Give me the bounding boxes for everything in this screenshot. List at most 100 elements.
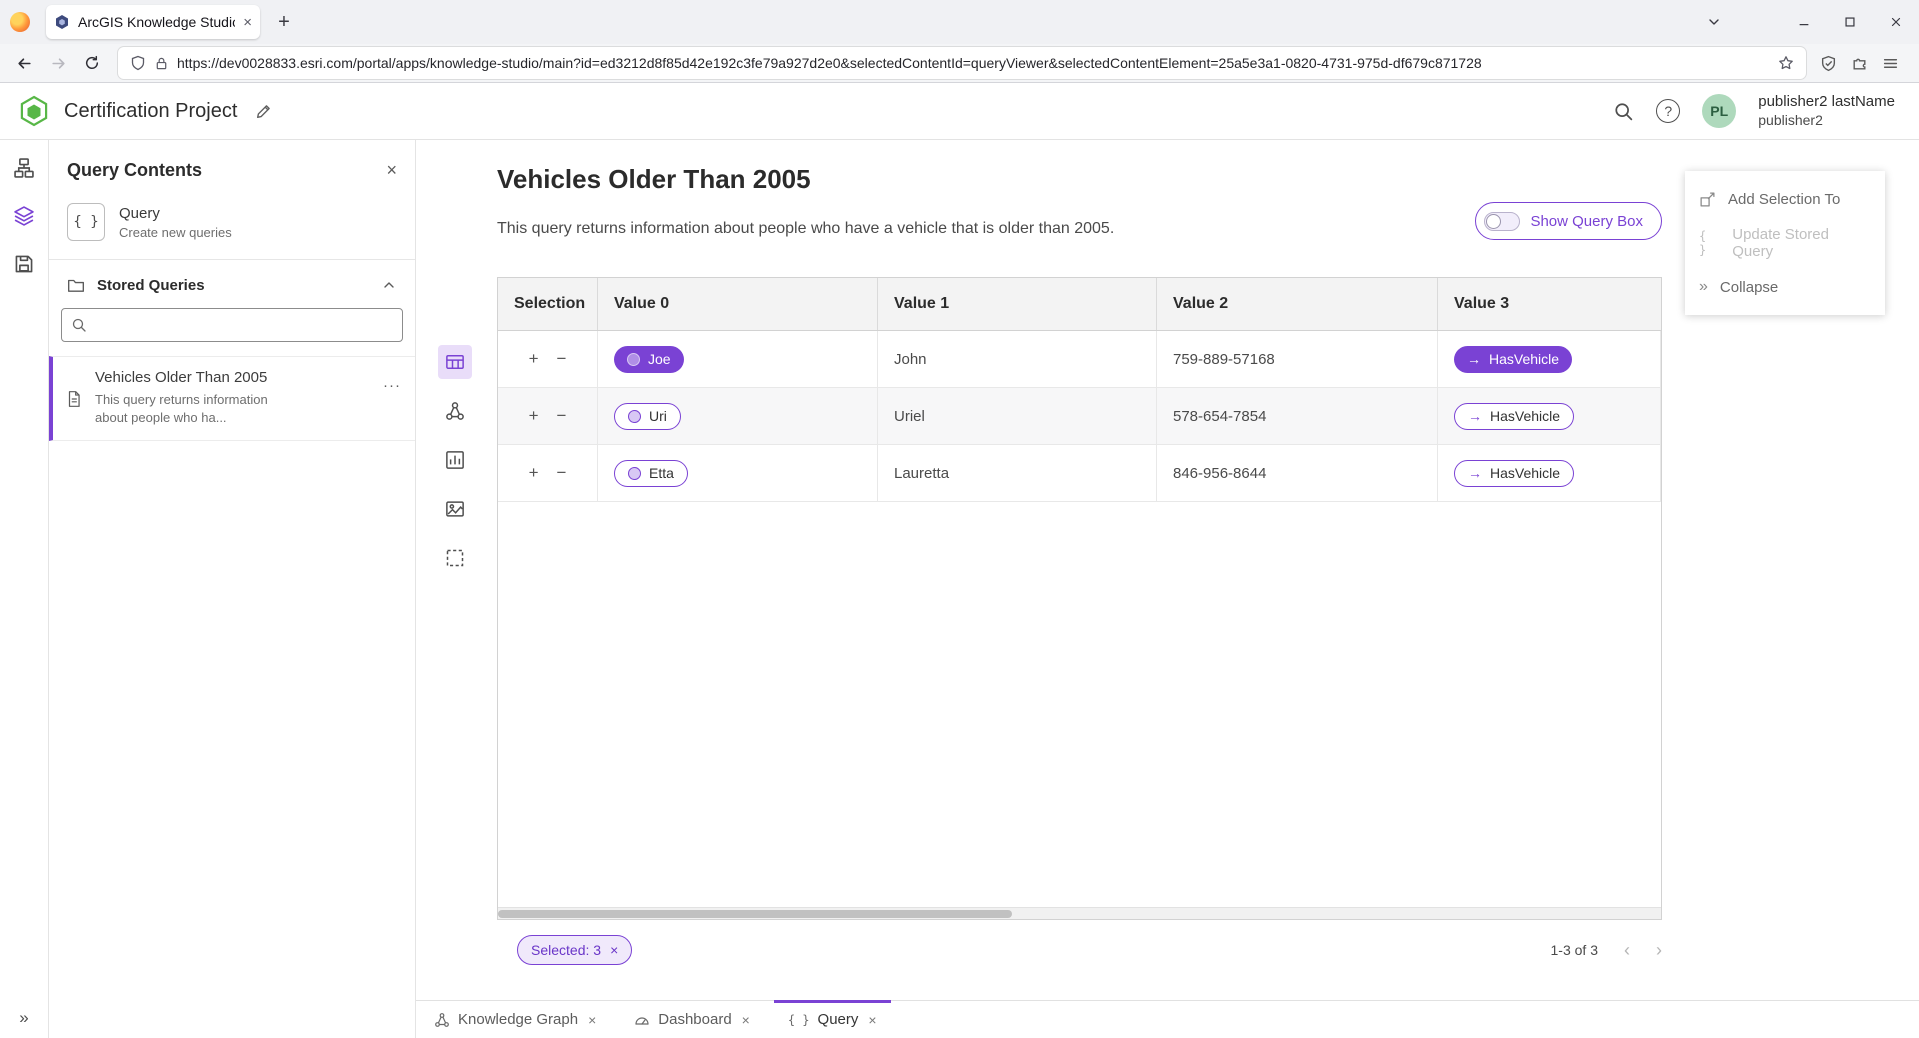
context-menu: Add Selection To { } Update Stored Query… <box>1685 171 1885 315</box>
left-rail: » <box>0 140 49 1038</box>
table-view-icon[interactable] <box>438 345 472 379</box>
horizontal-scrollbar[interactable] <box>498 907 1661 919</box>
column-header-selection[interactable]: Selection <box>498 278 598 330</box>
bottom-tab-bar: Knowledge Graph × Dashboard × { } Query … <box>416 1000 1919 1038</box>
relationship-cell: → HasVehicle <box>1438 445 1661 501</box>
stored-queries-header[interactable]: Stored Queries <box>49 260 415 306</box>
relationship-pill[interactable]: → HasVehicle <box>1454 403 1574 430</box>
new-query-item[interactable]: { } Query Create new queries <box>49 195 415 260</box>
column-header-value3[interactable]: Value 3 <box>1438 278 1661 330</box>
search-icon[interactable] <box>1613 101 1634 122</box>
selected-count-chip[interactable]: Selected: 3 × <box>517 935 632 965</box>
entity-cell: Etta <box>598 445 878 501</box>
menu-hamburger-icon[interactable] <box>1882 55 1899 72</box>
clear-selection-icon[interactable]: × <box>610 942 618 958</box>
reload-button[interactable] <box>76 48 108 78</box>
site-favicon-icon <box>54 14 70 30</box>
entity-pill[interactable]: Joe <box>614 346 684 373</box>
window-restore-button[interactable] <box>1827 0 1873 44</box>
relationship-pill[interactable]: → HasVehicle <box>1454 460 1574 487</box>
table-row[interactable]: + − Joe John 759-889-57168 <box>498 331 1661 388</box>
chevron-up-icon[interactable] <box>381 277 397 293</box>
search-magnifier-icon <box>71 317 87 333</box>
entity-cell: Uri <box>598 388 878 444</box>
window-minimize-button[interactable] <box>1781 0 1827 44</box>
arrow-right-icon: → <box>1468 465 1482 481</box>
url-text[interactable]: https://dev0028833.esri.com/portal/apps/… <box>177 55 1770 71</box>
relationship-pill[interactable]: → HasVehicle <box>1454 346 1572 373</box>
tracking-shield-icon[interactable] <box>130 55 146 71</box>
lock-icon[interactable] <box>154 56 169 71</box>
tab-knowledge-graph[interactable]: Knowledge Graph × <box>420 1001 610 1038</box>
show-query-box-toggle[interactable]: Show Query Box <box>1475 202 1662 240</box>
arrow-right-icon: → <box>1468 408 1482 424</box>
remove-selection-icon[interactable]: − <box>557 463 567 483</box>
panel-close-icon[interactable]: × <box>386 160 397 181</box>
forward-button[interactable] <box>42 48 74 78</box>
browser-window: ArcGIS Knowledge Studio × + <box>0 0 1919 1038</box>
tab-close-icon[interactable]: × <box>742 1012 750 1028</box>
browser-tab[interactable]: ArcGIS Knowledge Studio × <box>46 5 260 39</box>
tab-query[interactable]: { } Query × <box>774 1001 891 1038</box>
selected-count-label: Selected: 3 <box>531 942 601 958</box>
chart-view-icon[interactable] <box>438 443 472 477</box>
user-avatar[interactable]: PL <box>1702 94 1736 128</box>
tab-close-icon[interactable]: × <box>588 1012 596 1028</box>
stored-query-list-item[interactable]: Vehicles Older Than 2005 This query retu… <box>49 356 415 441</box>
user-info[interactable]: publisher2 lastName publisher2 <box>1758 93 1895 129</box>
query-results-table: Selection Value 0 Value 1 Value 2 Value … <box>497 277 1662 920</box>
firefox-icon[interactable] <box>10 12 30 32</box>
table-row[interactable]: + − Uri Uriel 578-654-7854 <box>498 388 1661 445</box>
edit-title-pencil-icon[interactable] <box>255 103 272 120</box>
back-button[interactable] <box>8 48 40 78</box>
add-selection-icon[interactable]: + <box>529 349 539 369</box>
table-row[interactable]: + − Etta Lauretta 846-956-8644 <box>498 445 1661 502</box>
selection-cell: + − <box>498 331 598 387</box>
knowledge-graph-icon <box>434 1012 450 1028</box>
selection-cell: + − <box>498 445 598 501</box>
layers-icon[interactable] <box>10 202 38 230</box>
window-close-button[interactable] <box>1873 0 1919 44</box>
menu-item-collapse[interactable]: » Collapse <box>1685 265 1885 309</box>
page-previous-icon[interactable]: ‹ <box>1624 940 1630 961</box>
menu-item-update-stored-query[interactable]: { } Update Stored Query <box>1685 221 1885 265</box>
tab-close-icon[interactable]: × <box>868 1012 876 1028</box>
dashboard-gauge-icon <box>634 1012 650 1028</box>
tab-close-icon[interactable]: × <box>243 14 252 31</box>
account-shield-icon[interactable] <box>1820 55 1837 72</box>
add-selection-to-icon <box>1699 191 1716 208</box>
save-icon[interactable] <box>10 250 38 278</box>
extensions-puzzle-icon[interactable] <box>1851 55 1868 72</box>
expand-rail-icon[interactable]: » <box>19 1008 28 1028</box>
contents-tree-icon[interactable] <box>10 154 38 182</box>
scrollbar-thumb[interactable] <box>498 910 1012 918</box>
remove-selection-icon[interactable]: − <box>557 406 567 426</box>
column-header-value0[interactable]: Value 0 <box>598 278 878 330</box>
item-options-ellipsis-icon[interactable]: ··· <box>383 377 401 394</box>
column-header-value1[interactable]: Value 1 <box>878 278 1157 330</box>
map-view-icon[interactable] <box>438 492 472 526</box>
help-icon[interactable]: ? <box>1656 99 1680 123</box>
entity-pill[interactable]: Etta <box>614 460 688 487</box>
arcgis-knowledge-logo[interactable] <box>18 95 50 127</box>
add-selection-icon[interactable]: + <box>529 406 539 426</box>
add-selection-icon[interactable]: + <box>529 463 539 483</box>
selection-view-icon[interactable] <box>438 541 472 575</box>
link-chart-view-icon[interactable] <box>438 394 472 428</box>
tab-dashboard[interactable]: Dashboard × <box>620 1001 764 1038</box>
query-viewer-main: Vehicles Older Than 2005 This query retu… <box>416 140 1919 1038</box>
toggle-switch[interactable] <box>1484 212 1520 231</box>
tab-overflow-chevron-icon[interactable] <box>1691 0 1737 44</box>
url-bar[interactable]: https://dev0028833.esri.com/portal/apps/… <box>118 47 1806 79</box>
page-next-icon[interactable]: › <box>1656 940 1662 961</box>
selection-cell: + − <box>498 388 598 444</box>
stored-item-title: Vehicles Older Than 2005 <box>95 369 300 386</box>
entity-pill[interactable]: Uri <box>614 403 681 430</box>
bookmark-star-icon[interactable] <box>1778 55 1794 71</box>
search-input[interactable] <box>61 308 403 342</box>
new-tab-button[interactable]: + <box>268 6 300 38</box>
menu-item-add-selection-to[interactable]: Add Selection To <box>1685 177 1885 221</box>
column-header-value2[interactable]: Value 2 <box>1157 278 1438 330</box>
entity-dot-icon <box>628 410 641 423</box>
remove-selection-icon[interactable]: − <box>557 349 567 369</box>
